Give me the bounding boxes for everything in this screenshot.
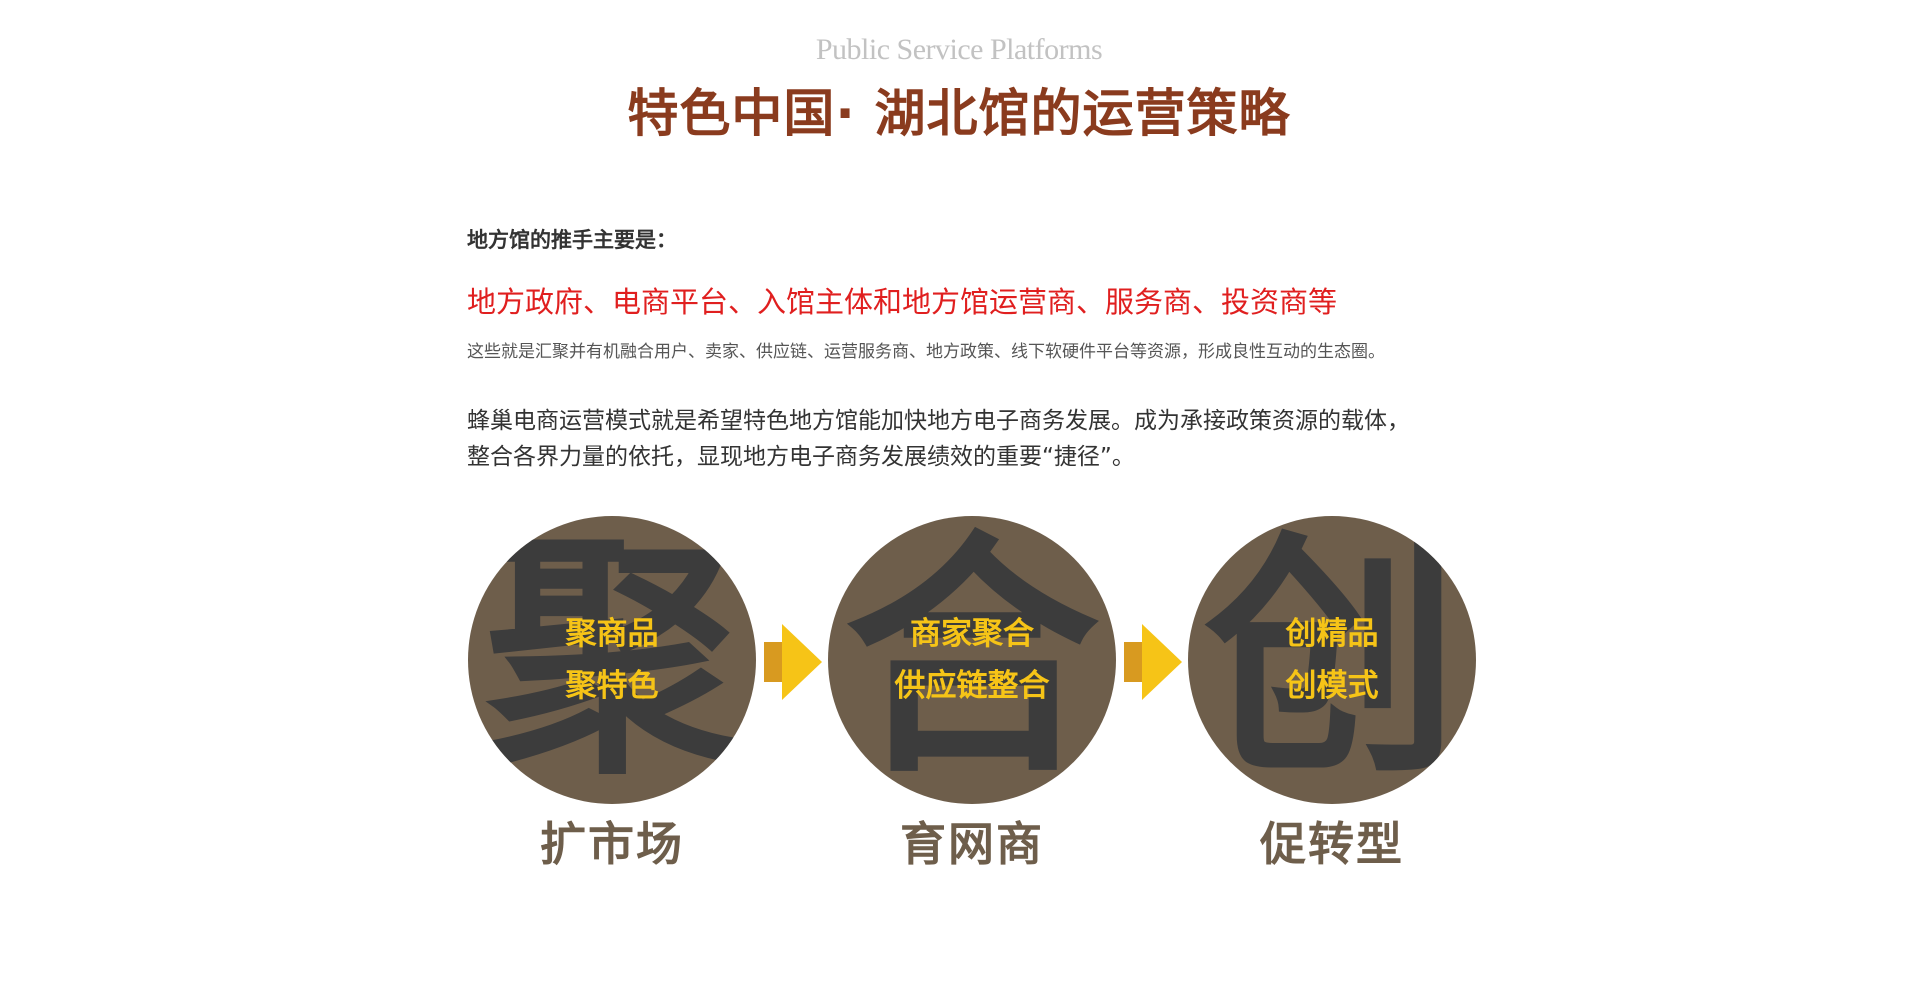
step-line-2: 聚特色 — [565, 668, 659, 704]
step-circle-create: 创 创精品 创模式 — [1188, 516, 1476, 804]
step-line-2: 创模式 — [1285, 668, 1379, 704]
step-line-2: 供应链整合 — [894, 668, 1050, 704]
header-subtitle-en: Public Service Platforms — [815, 33, 1103, 66]
step-line-1: 商家聚合 — [910, 616, 1034, 652]
step-caption: 育网商 — [900, 817, 1044, 871]
step-line-1: 聚商品 — [565, 616, 659, 652]
paragraph-line-1: 蜂巢电商运营模式就是希望特色地方馆能加快地方电子商务发展。成为承接政策资源的载体… — [467, 408, 1410, 434]
step-circle-combine: 合 商家聚合 供应链整合 — [828, 516, 1116, 804]
strategy-paragraph: 蜂巢电商运营模式就是希望特色地方馆能加快地方电子商务发展。成为承接政策资源的载体… — [467, 403, 1410, 475]
step-caption: 扩市场 — [540, 817, 684, 871]
arrow-right-icon — [764, 624, 822, 700]
arrow-right-icon — [1124, 624, 1182, 700]
step-circle-gather: 聚 聚商品 聚特色 — [468, 516, 756, 804]
paragraph-line-2: 整合各界力量的依托，显现地方电子商务发展绩效的重要“捷径”。 — [467, 444, 1135, 470]
step-caption: 促转型 — [1260, 817, 1404, 871]
step-line-1: 创精品 — [1285, 616, 1379, 652]
intro-text: 地方馆的推手主要是： — [467, 228, 677, 252]
page-title: 特色中国· 湖北馆的运营策略 — [627, 85, 1291, 144]
description-text: 这些就是汇聚并有机融合用户、卖家、供应链、运营服务商、地方政策、线下软硬件平台等… — [467, 342, 1385, 362]
players-text: 地方政府、电商平台、入馆主体和地方馆运营商、服务商、投资商等 — [467, 285, 1338, 319]
